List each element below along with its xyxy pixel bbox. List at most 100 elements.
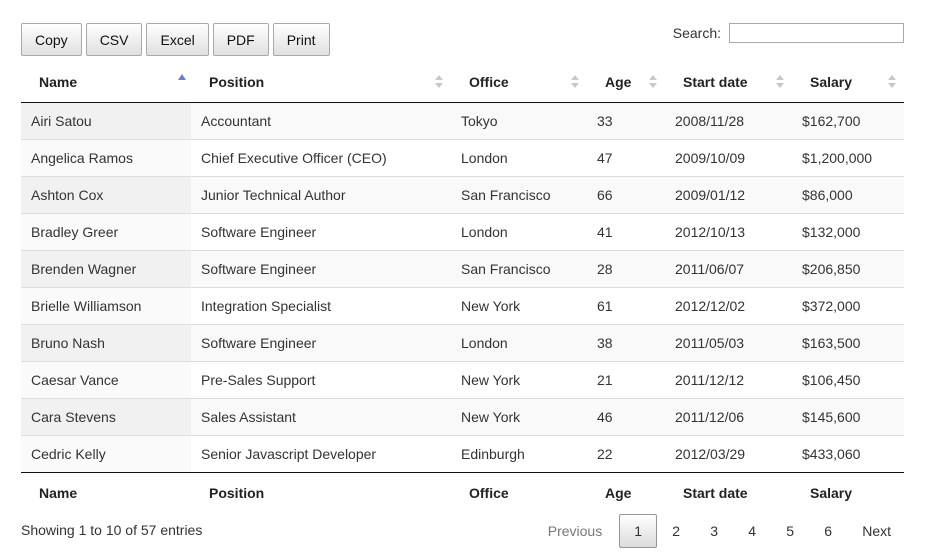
column-header-start-date[interactable]: Start date [665, 63, 792, 103]
cell-salary: $145,600 [792, 397, 904, 435]
page-button-3[interactable]: 3 [695, 514, 733, 548]
column-header-salary[interactable]: Salary [792, 63, 904, 103]
previous-page-button[interactable]: Previous [535, 514, 615, 548]
cell-office: New York [451, 397, 587, 435]
cell-position: Junior Technical Author [191, 175, 451, 213]
table-row[interactable]: Airi Satou Accountant Tokyo 33 2008/11/28 $16… [21, 102, 904, 139]
cell-name: Caesar Vance [21, 360, 191, 398]
cell-office: New York [451, 286, 587, 324]
page-button-6[interactable]: 6 [809, 514, 847, 548]
cell-salary: $162,700 [792, 102, 904, 139]
pdf-button[interactable]: PDF [212, 23, 269, 56]
page-button-1[interactable]: 1 [619, 514, 658, 548]
cell-position: Integration Specialist [191, 286, 451, 324]
footer-header-age: Age [587, 471, 665, 513]
cell-name: Brielle Williamson [21, 286, 191, 324]
excel-button[interactable]: Excel [146, 23, 209, 56]
print-button[interactable]: Print [272, 23, 330, 56]
table-row[interactable]: Bruno Nash Software Engineer London 38 2011/… [21, 323, 904, 361]
cell-age: 38 [587, 323, 665, 361]
cell-office: Tokyo [451, 102, 587, 139]
footer-header-position: Position [191, 471, 451, 513]
cell-office: London [451, 138, 587, 176]
datatable-wrapper: Copy CSV Excel PDF Print Search: Name Po… [21, 0, 904, 552]
column-header-office[interactable]: Office [451, 63, 587, 103]
table-row[interactable]: Brenden Wagner Software Engineer San Franc… [21, 249, 904, 287]
cell-age: 22 [587, 434, 665, 472]
column-header-age[interactable]: Age [587, 63, 665, 103]
cell-salary: $1,200,000 [792, 138, 904, 176]
pagination: Previous 1 2 3 4 5 6 Next [535, 514, 904, 548]
cell-age: 66 [587, 175, 665, 213]
cell-start-date: 2009/10/09 [665, 138, 792, 176]
table-row[interactable]: Angelica Ramos Chief Executive Officer (C… [21, 138, 904, 176]
cell-salary: $206,850 [792, 249, 904, 287]
cell-position: Senior Javascript Developer [191, 434, 451, 472]
cell-name: Angelica Ramos [21, 138, 191, 176]
cell-age: 46 [587, 397, 665, 435]
cell-name: Ashton Cox [21, 175, 191, 213]
column-header-name[interactable]: Name [21, 63, 191, 103]
cell-name: Bradley Greer [21, 212, 191, 250]
table-row[interactable]: Ashton Cox Junior Technical Author San Fra… [21, 175, 904, 213]
cell-position: Chief Executive Officer (CEO) [191, 138, 451, 176]
cell-start-date: 2012/03/29 [665, 434, 792, 472]
footer-header-start-date: Start date [665, 471, 792, 513]
cell-start-date: 2011/05/03 [665, 323, 792, 361]
table-row[interactable]: Cedric Kelly Senior Javascript Developer E… [21, 434, 904, 472]
header-row: Name Position Office Age Start date Sala… [21, 63, 904, 103]
sort-both-icon [776, 75, 784, 91]
column-header-label: Age [605, 74, 632, 91]
table-row[interactable]: Cara Stevens Sales Assistant New York 46 201… [21, 397, 904, 435]
cell-start-date: 2011/12/12 [665, 360, 792, 398]
column-header-label: Salary [810, 74, 853, 91]
cell-age: 41 [587, 212, 665, 250]
cell-name: Bruno Nash [21, 323, 191, 361]
footer-header-office: Office [451, 471, 587, 513]
search-input[interactable] [729, 23, 904, 43]
cell-start-date: 2012/12/02 [665, 286, 792, 324]
cell-salary: $433,060 [792, 434, 904, 472]
table-row[interactable]: Caesar Vance Pre-Sales Support New York 21 2… [21, 360, 904, 398]
sort-both-icon [649, 75, 657, 91]
cell-name: Cedric Kelly [21, 434, 191, 472]
column-header-label: Start date [683, 74, 748, 91]
sort-ascending-icon [178, 74, 186, 80]
column-header-label: Name [39, 74, 78, 91]
copy-button[interactable]: Copy [21, 23, 82, 56]
column-header-label: Office [469, 74, 509, 91]
sort-both-icon [571, 75, 579, 91]
cell-age: 21 [587, 360, 665, 398]
next-page-button[interactable]: Next [849, 514, 904, 548]
page-button-5[interactable]: 5 [771, 514, 809, 548]
page-button-4[interactable]: 4 [733, 514, 771, 548]
cell-start-date: 2008/11/28 [665, 102, 792, 139]
cell-start-date: 2011/06/07 [665, 249, 792, 287]
sort-both-icon [435, 75, 443, 91]
cell-position: Software Engineer [191, 323, 451, 361]
cell-start-date: 2012/10/13 [665, 212, 792, 250]
table-body: Airi Satou Accountant Tokyo 33 2008/11/28 $16… [21, 102, 904, 472]
cell-salary: $132,000 [792, 212, 904, 250]
cell-office: London [451, 212, 587, 250]
cell-salary: $372,000 [792, 286, 904, 324]
csv-button[interactable]: CSV [85, 23, 143, 56]
cell-name: Cara Stevens [21, 397, 191, 435]
footer-row: Name Position Office Age Start date Sala… [21, 471, 904, 513]
cell-name: Airi Satou [21, 102, 191, 139]
column-header-label: Position [209, 74, 265, 91]
cell-office: Edinburgh [451, 434, 587, 472]
table-row[interactable]: Bradley Greer Software Engineer London 41 20… [21, 212, 904, 250]
employee-table: Name Position Office Age Start date Sala… [21, 63, 904, 513]
sort-both-icon [888, 75, 896, 91]
footer-header-salary: Salary [792, 471, 904, 513]
cell-start-date: 2011/12/06 [665, 397, 792, 435]
column-header-position[interactable]: Position [191, 63, 451, 103]
page-button-2[interactable]: 2 [657, 514, 695, 548]
cell-name: Brenden Wagner [21, 249, 191, 287]
cell-start-date: 2009/01/12 [665, 175, 792, 213]
table-row[interactable]: Brielle Williamson Integration Specialist… [21, 286, 904, 324]
cell-position: Sales Assistant [191, 397, 451, 435]
cell-office: San Francisco [451, 175, 587, 213]
footer-header-name: Name [21, 471, 191, 513]
